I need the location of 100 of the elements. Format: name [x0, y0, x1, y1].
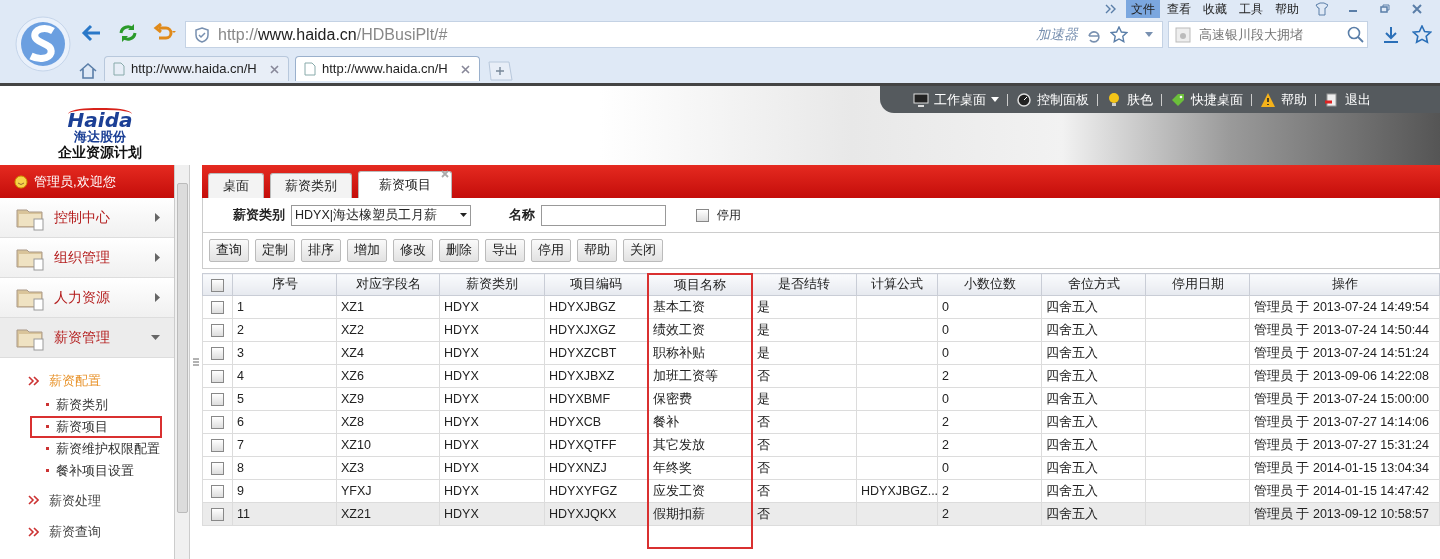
field-label: 名称 — [508, 206, 536, 225]
toolbar-button[interactable]: 帮助 — [577, 239, 617, 262]
checkbox[interactable] — [696, 208, 709, 222]
table-cell: HDYXNZJ — [549, 460, 607, 475]
menu-item[interactable]: 薪资类别 — [30, 393, 118, 416]
table-cell: 3 — [237, 345, 244, 360]
download-icon[interactable] — [1382, 26, 1400, 44]
warning-icon — [1260, 91, 1276, 108]
toolbar-button[interactable]: 退出 — [1316, 89, 1379, 110]
column-header[interactable]: 小数位数 — [937, 273, 1042, 296]
column-header[interactable]: 停用日期 — [1145, 273, 1250, 296]
table-cell: 2 — [942, 368, 949, 383]
paw-icon — [1175, 26, 1191, 43]
new-tab-icon[interactable] — [486, 61, 514, 81]
toolbar-button[interactable]: 肤色 — [1098, 89, 1161, 110]
scrollbar-thumb[interactable] — [177, 183, 188, 513]
table-cell: HDYXQTFF — [549, 437, 617, 452]
toolbar-button[interactable]: 导出 — [485, 239, 525, 262]
table-cell: 管理员 于 2013-07-27 15:31:24 — [1254, 437, 1430, 452]
row-checkbox[interactable] — [211, 393, 224, 407]
search-field[interactable]: 高速银川段大拥堵 — [1168, 21, 1368, 48]
menu-section[interactable]: 薪资查询 — [49, 522, 101, 542]
toolbar-button[interactable]: 停用 — [531, 239, 571, 262]
table-cell: 否 — [756, 437, 770, 452]
table-cell: YFXJ — [341, 483, 372, 498]
row-checkbox[interactable] — [211, 485, 224, 499]
row-checkbox[interactable] — [211, 347, 224, 361]
table-cell: XZ4 — [341, 345, 364, 360]
category-select[interactable]: HDYX|海达橡塑员工月薪 — [291, 204, 471, 226]
caret-icon — [460, 213, 467, 217]
menu-item[interactable]: 文件 — [1126, 0, 1160, 18]
toolbar-button[interactable]: 增加 — [347, 239, 387, 262]
toolbar-button[interactable]: 排序 — [301, 239, 341, 262]
toolbar-button[interactable]: 快捷桌面 — [1162, 89, 1251, 110]
table-cell: HDYXJBGZ — [549, 299, 616, 314]
name-field[interactable] — [541, 204, 666, 226]
address-bar[interactable]: http://www.haida.cn/HDBusiPlt/# 加速器 — [185, 21, 1163, 48]
row-checkbox[interactable] — [211, 462, 224, 476]
shirt-icon[interactable] — [1314, 0, 1328, 18]
column-header[interactable]: 序号 — [232, 273, 337, 296]
menu-item[interactable]: 薪资项目 — [30, 415, 162, 438]
tab[interactable]: 薪资项目 — [358, 171, 452, 198]
row-checkbox[interactable] — [211, 439, 224, 453]
column-header[interactable]: 计算公式 — [856, 273, 938, 296]
close-icon[interactable] — [441, 170, 449, 178]
table-cell: 0 — [942, 460, 949, 475]
column-header[interactable]: 项目名称 — [647, 273, 752, 296]
row-checkbox[interactable] — [211, 508, 224, 522]
menu-item[interactable]: 薪资维护权限配置 — [30, 437, 170, 460]
gauge-icon — [1016, 91, 1032, 108]
toolbar-button[interactable]: 修改 — [393, 239, 433, 262]
table-cell: 否 — [756, 460, 770, 475]
table-cell: 管理员 于 2014-01-15 13:04:34 — [1254, 460, 1430, 475]
table-cell: 管理员 于 2013-07-27 14:14:06 — [1254, 414, 1430, 429]
row-checkbox[interactable] — [211, 324, 224, 338]
table-cell: 四舍五入 — [1046, 414, 1098, 429]
browser-tab[interactable]: http://www.haida.cn/H — [104, 56, 289, 81]
tab[interactable]: 桌面 — [208, 173, 264, 198]
table-cell: 0 — [942, 322, 949, 337]
menu-group[interactable]: 薪资管理 — [0, 318, 174, 358]
table-cell: 加班工资等 — [652, 368, 718, 383]
table-cell: XZ8 — [341, 414, 364, 429]
menu-section[interactable]: 薪资处理 — [49, 490, 101, 510]
toolbar-button[interactable]: 定制 — [255, 239, 295, 262]
table-cell: 四舍五入 — [1046, 322, 1098, 337]
chevron-icon — [28, 526, 39, 537]
menu-item[interactable]: 工具 — [1234, 0, 1268, 18]
row-checkbox[interactable] — [211, 416, 224, 430]
close-icon[interactable] — [460, 63, 471, 75]
column-header[interactable]: 对应字段名 — [336, 273, 440, 296]
table-cell: 管理员 于 2013-07-24 14:51:24 — [1254, 345, 1430, 360]
star-icon[interactable] — [1412, 25, 1432, 44]
table-cell: 9 — [237, 483, 244, 498]
toolbar-button[interactable]: 删除 — [439, 239, 479, 262]
row-checkbox[interactable] — [211, 370, 224, 384]
menu-item[interactable]: 收藏 — [1198, 0, 1232, 18]
menu-item[interactable]: 餐补项目设置 — [30, 459, 144, 482]
table-cell: 应发工资 — [652, 483, 705, 498]
toolbar-button[interactable]: 控制面板 — [1008, 89, 1097, 110]
column-header[interactable]: 项目编码 — [544, 273, 648, 296]
column-header[interactable]: 薪资类别 — [439, 273, 545, 296]
row-checkbox[interactable] — [211, 301, 224, 315]
toolbar-button[interactable]: 查询 — [209, 239, 249, 262]
close-icon[interactable] — [269, 63, 280, 75]
tab[interactable]: 薪资类别 — [270, 173, 352, 198]
toolbar-button[interactable]: 工作桌面 — [905, 89, 1007, 110]
column-header[interactable]: 舍位方式 — [1041, 273, 1146, 296]
splitter-handle-icon — [193, 358, 199, 366]
toolbar-button[interactable]: 帮助 — [1252, 89, 1315, 110]
browser-tab[interactable]: http://www.haida.cn/H — [295, 56, 480, 81]
menu-item[interactable]: 帮助 — [1270, 0, 1304, 18]
home-icon — [78, 61, 98, 81]
column-header[interactable]: 操作 — [1249, 273, 1440, 296]
chevron-icon — [28, 375, 39, 386]
column-header[interactable]: 是否结转 — [751, 273, 857, 296]
table-cell: HDYX — [444, 437, 479, 452]
menu-item[interactable]: 查看 — [1162, 0, 1196, 18]
table-cell: HDYXJBXZ — [549, 368, 615, 383]
select-all-checkbox[interactable] — [211, 278, 224, 292]
toolbar-button[interactable]: 关闭 — [623, 239, 663, 262]
